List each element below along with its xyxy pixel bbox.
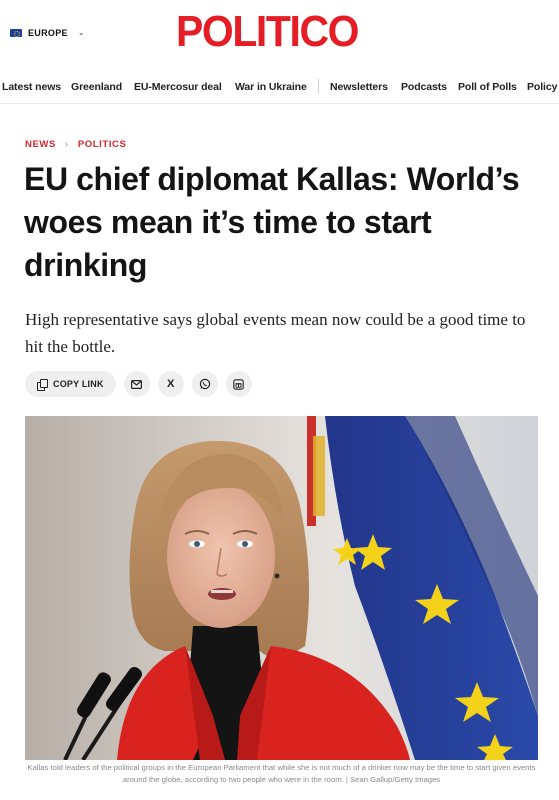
article-photo — [25, 416, 538, 760]
nav-item-war-in-ukraine[interactable]: War in Ukraine — [235, 81, 307, 93]
x-icon: X — [166, 378, 175, 390]
breadcrumb: NEWS › POLITICS — [25, 139, 126, 150]
nav-item-podcasts[interactable]: Podcasts — [401, 81, 447, 93]
top-bar: EUROPE ⌄ POLITICO — [0, 0, 559, 68]
copy-link-label: COPY LINK — [53, 379, 104, 389]
article-dek: High representative says global events m… — [25, 310, 526, 356]
breadcrumb-news[interactable]: NEWS — [25, 139, 56, 150]
photo-caption: Kallas told leaders of the political gro… — [27, 763, 536, 784]
copy-icon — [37, 379, 48, 391]
whatsapp-icon — [199, 378, 210, 390]
chevron-right-icon: › — [64, 139, 69, 150]
email-icon — [131, 379, 143, 389]
chevron-down-icon: ⌄ — [77, 27, 85, 37]
article-headline: EU chief diplomat Kallas: World’s woes m… — [24, 161, 520, 283]
nav-item-latest-news[interactable]: Latest news — [2, 81, 61, 93]
nav-item-greenland[interactable]: Greenland — [71, 81, 122, 93]
politico-logo[interactable]: POLITICO — [176, 10, 359, 54]
region-label: EUROPE — [28, 28, 68, 38]
gift-icon — [233, 378, 244, 390]
x-share-button[interactable]: X — [157, 371, 184, 397]
breadcrumb-politics[interactable]: POLITICS — [78, 139, 127, 150]
share-bar: COPY LINK X — [25, 371, 260, 397]
region-selector[interactable]: EUROPE ⌄ — [10, 28, 85, 38]
nav-item-newsletters[interactable]: Newsletters — [330, 81, 388, 93]
eu-flag-icon — [10, 29, 22, 37]
nav-divider — [318, 79, 319, 93]
copy-link-button[interactable]: COPY LINK — [25, 371, 116, 397]
gift-article-button[interactable] — [225, 371, 252, 397]
nav-item-eu-mercosur-deal[interactable]: EU-Mercosur deal — [134, 81, 222, 93]
main-nav: Latest news Greenland EU-Mercosur deal W… — [0, 70, 559, 104]
nav-item-policy[interactable]: Policy — [527, 81, 557, 93]
whatsapp-share-button[interactable] — [191, 371, 218, 397]
nav-item-poll-of-polls[interactable]: Poll of Polls — [458, 81, 517, 93]
email-share-button[interactable] — [123, 371, 150, 397]
